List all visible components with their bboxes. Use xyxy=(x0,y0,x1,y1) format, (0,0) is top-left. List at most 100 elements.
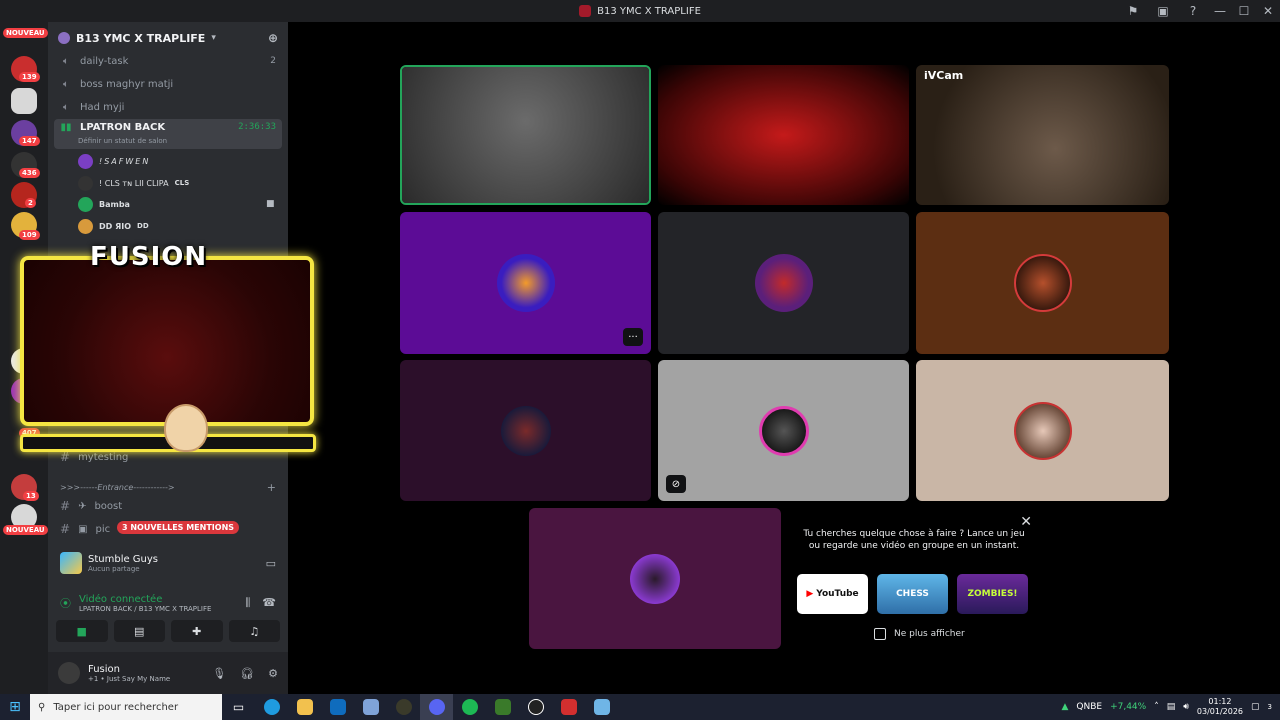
window-title-text: B13 YMC X TRAPLIFE xyxy=(597,5,701,17)
screen-share-button[interactable]: ▤ xyxy=(113,620,165,642)
headphones-icon[interactable]: 🎧︎ xyxy=(240,667,254,680)
avatar xyxy=(1013,401,1072,460)
channel-name: Had myji xyxy=(80,101,125,113)
clock[interactable]: 01:12 03/01/2026 xyxy=(1197,697,1243,717)
server-icon-2[interactable] xyxy=(11,88,37,114)
task-view-icon[interactable]: ▭ xyxy=(222,694,255,720)
avatar xyxy=(496,254,555,312)
mention-badge: 2 xyxy=(25,198,36,208)
close-button[interactable]: ✕ xyxy=(1256,0,1280,22)
notification-count: 3 xyxy=(1267,703,1272,711)
network-icon[interactable]: ▤ xyxy=(1167,702,1176,712)
dont-show-checkbox[interactable] xyxy=(874,628,886,640)
video-tile[interactable] xyxy=(658,212,909,354)
taskbar-search[interactable]: ⚲ Taper ici pour rechercher xyxy=(30,694,222,720)
date: 03/01/2026 xyxy=(1196,707,1244,716)
inbox-icon[interactable]: ⚑ xyxy=(1118,0,1148,22)
member-name: !SAFWEN xyxy=(99,156,151,166)
video-tile[interactable] xyxy=(658,65,909,205)
outlook-icon[interactable] xyxy=(321,694,354,720)
video-tile[interactable] xyxy=(916,360,1169,501)
voice-channel-daily-task[interactable]: 🔈︎ daily-task 2 xyxy=(54,50,282,72)
voice-member[interactable]: Bamba ■ xyxy=(78,194,288,214)
voice-member[interactable]: DD ЯIO DD xyxy=(78,216,149,236)
noise-suppression-icon[interactable]: ⫼ xyxy=(245,596,250,610)
file-explorer-icon[interactable] xyxy=(288,694,321,720)
mention-badge: 436 xyxy=(19,168,40,178)
signal-icon: ⦿ xyxy=(60,597,71,610)
dont-show-option[interactable]: Ne plus afficher xyxy=(874,628,965,640)
channel-name: LPATRON BACK xyxy=(80,122,166,133)
discord-icon[interactable] xyxy=(420,694,453,720)
video-feed xyxy=(402,67,649,203)
channel-count: 2 xyxy=(270,56,276,66)
channel-name: pic xyxy=(95,523,111,535)
category-entrance[interactable]: >>>------Entrance------------> + xyxy=(54,477,282,497)
voice-action-buttons: ■ ▤ ✚ ♫ xyxy=(54,620,282,642)
video-tile[interactable]: ⊘ xyxy=(658,360,909,501)
app-icon[interactable] xyxy=(486,694,519,720)
member-name: ! CLS ᴛɴ LII CLIPA xyxy=(99,178,169,188)
cam-frame xyxy=(20,256,314,426)
video-tile[interactable] xyxy=(400,360,651,501)
chevron-up-icon[interactable]: ˄ xyxy=(1154,702,1159,712)
notification-icon[interactable]: ▢ xyxy=(1251,702,1260,712)
avatar xyxy=(78,196,93,212)
app-icon[interactable] xyxy=(387,694,420,720)
app-icon[interactable] xyxy=(585,694,618,720)
updates-icon[interactable]: ▣ xyxy=(1148,0,1178,22)
more-options-button[interactable]: ··· xyxy=(623,328,643,346)
add-channel-icon[interactable]: + xyxy=(267,481,276,494)
voice-member[interactable]: !SAFWEN xyxy=(78,151,150,171)
add-member-icon[interactable]: ⊕ xyxy=(268,31,278,45)
chess-activity-button[interactable]: CHESS xyxy=(877,574,948,614)
new-mentions-pill[interactable]: 3 NOUVELLES MENTIONS xyxy=(117,521,240,534)
youtube-activity-button[interactable]: ▶ YouTube xyxy=(797,574,868,614)
voice-member[interactable]: ! CLS ᴛɴ LII CLIPA CLS xyxy=(78,173,189,193)
connection-location[interactable]: LPATRON BACK / B13 YMC X TRAPLIFE xyxy=(79,605,211,613)
maximize-button[interactable]: ☐ xyxy=(1232,0,1256,22)
avatar xyxy=(78,153,93,169)
video-tile[interactable] xyxy=(529,508,781,649)
member-tag: CLS xyxy=(174,179,190,187)
windows-start-icon[interactable]: ⊞ xyxy=(0,694,30,720)
connection-status[interactable]: Vidéo connectée xyxy=(79,594,211,605)
video-tile[interactable] xyxy=(916,212,1169,354)
channel-status[interactable]: Définir un statut de salon xyxy=(78,137,167,145)
text-channel-boost[interactable]: # ✈ boost xyxy=(54,496,282,516)
stock-symbol[interactable]: QNBE xyxy=(1076,702,1102,712)
voice-channel-boss[interactable]: 🔈︎ boss maghyr matji xyxy=(54,73,282,95)
category-name: >>>------Entrance------------> xyxy=(60,482,175,492)
disconnect-icon[interactable]: ☎ xyxy=(262,596,276,610)
stream-icon[interactable]: ▭ xyxy=(266,557,276,570)
member-name: DD ЯIO xyxy=(99,221,132,231)
microphone-icon[interactable]: 🎙︎ xyxy=(212,667,226,680)
settings-icon[interactable]: ⚙ xyxy=(268,667,278,680)
camera-button[interactable]: ■ xyxy=(56,620,108,642)
mention-badge: 147 xyxy=(19,136,40,146)
video-off-icon[interactable]: ⊘ xyxy=(666,475,686,493)
camera-icon: ■ xyxy=(266,199,275,209)
server-icon xyxy=(579,5,592,17)
zombies-activity-button[interactable]: ZOMBIES! xyxy=(957,574,1028,614)
edge-icon[interactable] xyxy=(255,694,288,720)
help-icon[interactable]: ? xyxy=(1178,0,1208,22)
obs-icon[interactable] xyxy=(519,694,552,720)
volume-icon[interactable]: 🔊︎ xyxy=(1183,702,1189,712)
minimize-button[interactable]: — xyxy=(1208,0,1232,22)
member-name: Bamba xyxy=(99,199,130,209)
soundboard-button[interactable]: ♫ xyxy=(228,620,280,642)
mention-badge: 13 xyxy=(23,491,39,501)
video-tile[interactable]: ··· xyxy=(400,212,651,354)
video-tile[interactable] xyxy=(400,65,651,205)
activities-button[interactable]: ✚ xyxy=(171,620,223,642)
activity-panel[interactable]: Stumble Guys Aucun partage ▭ xyxy=(54,546,282,580)
voice-channel-had-myji[interactable]: 🔈︎ Had myji xyxy=(54,96,282,118)
app-icon[interactable] xyxy=(552,694,585,720)
app-name: CHESS xyxy=(896,589,929,599)
voice-channel-lpatron-back[interactable]: ▮▮ LPATRON BACK 2:36:33 Définir un statu… xyxy=(54,119,282,149)
video-tile[interactable]: iVCam xyxy=(916,65,1169,205)
store-icon[interactable] xyxy=(354,694,387,720)
spotify-icon[interactable] xyxy=(453,694,486,720)
avatar[interactable] xyxy=(58,662,80,684)
